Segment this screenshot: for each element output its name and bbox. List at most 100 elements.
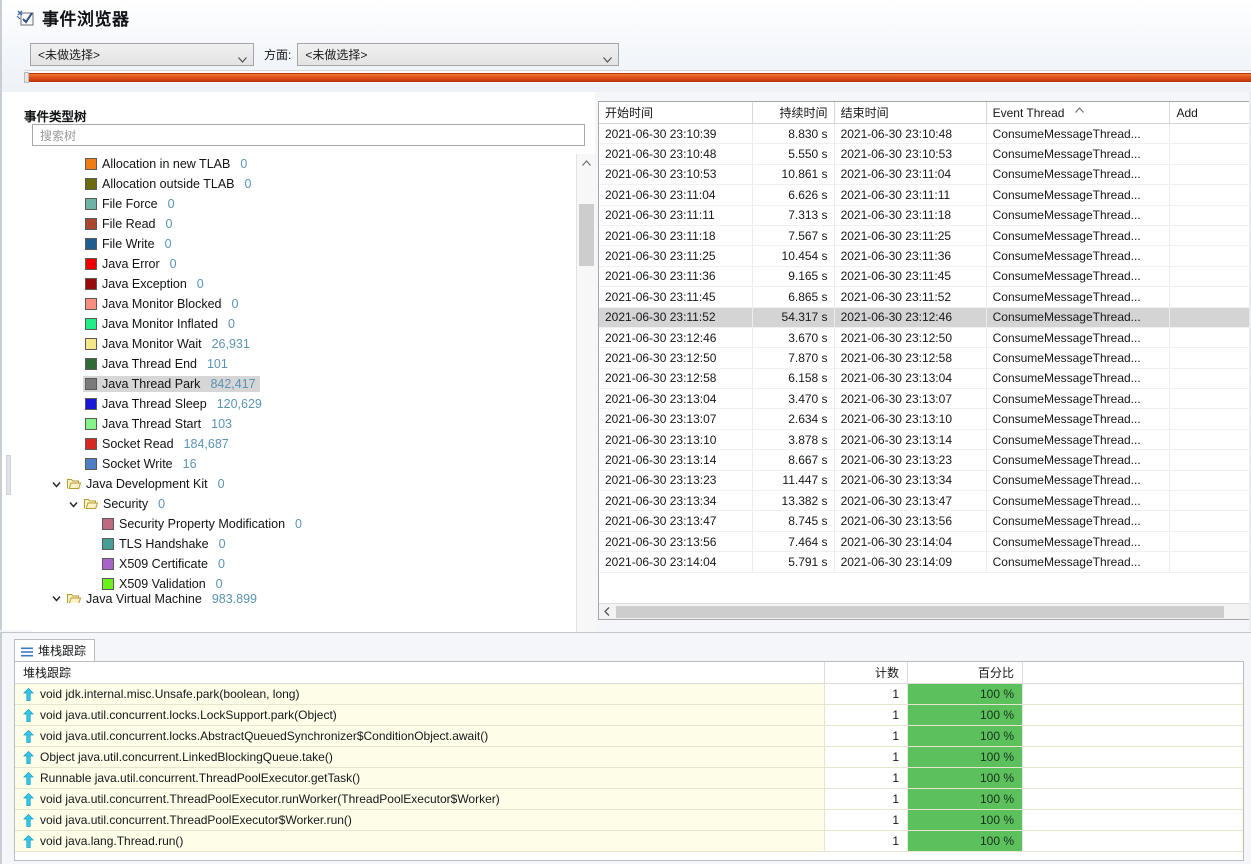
tree-item-count: 103 [211,417,232,431]
table-row[interactable]: 2021-06-30 23:10:5310.861 s2021-06-30 23… [599,165,1250,185]
table-row[interactable]: 2021-06-30 23:11:117.313 s2021-06-30 23:… [599,206,1250,226]
tree-item-java-thread-end[interactable]: Java Thread End101 [32,354,565,374]
stack-trace-row[interactable]: void jdk.internal.misc.Unsafe.park(boole… [15,684,1243,705]
primary-selector-value: <未做选择> [38,46,100,63]
event-cell-end: 2021-06-30 23:13:56 [835,511,987,530]
stack-header-spacer[interactable] [1023,662,1241,683]
stack-header-count[interactable]: 计数 [825,662,908,683]
tree-item-security[interactable]: Security0 [32,494,565,514]
chevron-down-icon[interactable] [51,479,62,490]
table-row[interactable]: 2021-06-30 23:11:2510.454 s2021-06-30 23… [599,246,1250,266]
event-cell-add [1170,226,1250,245]
stack-trace-row[interactable]: void java.util.concurrent.locks.LockSupp… [15,705,1243,726]
stack-spacer-cell [1023,747,1241,767]
table-row[interactable]: 2021-06-30 23:10:485.550 s2021-06-30 23:… [599,144,1250,164]
timeline-selected-range[interactable] [24,73,1251,82]
event-table-header-label: Event Thread [993,106,1065,120]
stack-trace-row[interactable]: Runnable java.util.concurrent.ThreadPool… [15,768,1243,789]
panel-splitter-handle[interactable] [6,455,11,495]
tree-item-file-force[interactable]: File Force0 [32,194,565,214]
aspect-selector-dropdown[interactable]: <未做选择> [297,43,619,66]
tree-item-java-error[interactable]: Java Error0 [32,254,565,274]
event-table-header-thread[interactable]: Event Thread [987,102,1171,123]
event-table-header-start[interactable]: 开始时间 [599,102,753,123]
tree-item-tls-handshake[interactable]: TLS Handshake0 [32,534,565,554]
table-row[interactable]: 2021-06-30 23:11:187.567 s2021-06-30 23:… [599,226,1250,246]
event-table-header-add[interactable]: Add [1170,102,1250,123]
stack-header-percent[interactable]: 百分比 [908,662,1023,683]
tree-item-java-exception[interactable]: Java Exception0 [32,274,565,294]
stack-trace-row[interactable]: void java.lang.Thread.run()1100 % [15,831,1243,852]
tree-search-input[interactable]: 搜索树 [32,124,585,146]
stack-trace-row[interactable]: Object java.util.concurrent.LinkedBlocki… [15,747,1243,768]
tree-item-label: Java Thread Sleep [102,397,207,411]
table-row[interactable]: 2021-06-30 23:13:478.745 s2021-06-30 23:… [599,511,1250,531]
tree-item-java-monitor-blocked[interactable]: Java Monitor Blocked0 [32,294,565,314]
event-cell-add [1170,185,1250,204]
event-table-header-duration[interactable]: 持续时间 [753,102,835,123]
tree-item-count: 16 [183,457,197,471]
tree-item-socket-read[interactable]: Socket Read184,687 [32,434,565,454]
table-row[interactable]: 2021-06-30 23:12:463.670 s2021-06-30 23:… [599,328,1250,348]
tab-stack-trace[interactable]: 堆栈跟踪 [14,639,95,661]
table-row[interactable]: 2021-06-30 23:12:586.158 s2021-06-30 23:… [599,369,1250,389]
tree-item-content: Java Virtual Machine983,899 [49,594,261,603]
tree-item-java-monitor-inflated[interactable]: Java Monitor Inflated0 [32,314,565,334]
tree-scroll-region[interactable]: Allocation in new TLAB0Allocation outsid… [32,154,585,702]
tree-item-file-read[interactable]: File Read0 [32,214,565,234]
timeline-range-bar[interactable] [24,70,1251,83]
tree-item-java-monitor-wait[interactable]: Java Monitor Wait26,931 [32,334,565,354]
event-cell-start: 2021-06-30 23:13:56 [599,532,753,551]
table-row[interactable]: 2021-06-30 23:13:148.667 s2021-06-30 23:… [599,450,1250,470]
tree-item-x509-validation[interactable]: X509 Validation0 [32,574,565,594]
tree-item-count: 0 [197,277,204,291]
timeline-left-handle[interactable] [24,72,29,83]
tree-scrollbar-thumb[interactable] [579,204,594,266]
table-row[interactable]: 2021-06-30 23:13:072.634 s2021-06-30 23:… [599,409,1250,429]
tree-item-socket-write[interactable]: Socket Write16 [32,454,565,474]
chevron-up-icon[interactable] [577,154,596,172]
stack-header-frame[interactable]: 堆栈跟踪 [15,662,825,683]
tree-item-count: 0 [218,477,225,491]
stack-count-cell: 1 [825,705,908,725]
table-row[interactable]: 2021-06-30 23:13:3413.382 s2021-06-30 23… [599,491,1250,511]
table-row[interactable]: 2021-06-30 23:13:043.470 s2021-06-30 23:… [599,389,1250,409]
tree-item-java-virtual-machine[interactable]: Java Virtual Machine983,899 [32,594,565,603]
table-row[interactable]: 2021-06-30 23:13:2311.447 s2021-06-30 23… [599,471,1250,491]
tree-item-content: Java Development Kit0 [49,476,229,492]
chevron-down-icon[interactable] [51,594,62,603]
table-row[interactable]: 2021-06-30 23:14:045.791 s2021-06-30 23:… [599,552,1250,572]
tree-item-java-development-kit[interactable]: Java Development Kit0 [32,474,565,494]
tree-item-allocation-in-new-tlab[interactable]: Allocation in new TLAB0 [32,154,565,174]
stack-trace-row[interactable]: void java.util.concurrent.locks.Abstract… [15,726,1243,747]
table-row[interactable]: 2021-06-30 23:13:567.464 s2021-06-30 23:… [599,532,1250,552]
event-table-horizontal-scrollbar[interactable] [599,603,1250,619]
stack-percent-cell: 100 % [908,684,1023,704]
table-row[interactable]: 2021-06-30 23:11:046.626 s2021-06-30 23:… [599,185,1250,205]
table-row[interactable]: 2021-06-30 23:11:5254.317 s2021-06-30 23… [599,308,1250,328]
tree-item-java-thread-start[interactable]: Java Thread Start103 [32,414,565,434]
tree-item-file-write[interactable]: File Write0 [32,234,565,254]
tree-vertical-scrollbar[interactable] [576,154,595,702]
event-table-hscroll-thumb[interactable] [616,606,1224,618]
tree-item-java-thread-park[interactable]: Java Thread Park842,417 [32,374,565,394]
table-row[interactable]: 2021-06-30 23:10:398.830 s2021-06-30 23:… [599,124,1250,144]
tree-item-java-thread-sleep[interactable]: Java Thread Sleep120,629 [32,394,565,414]
stack-trace-row[interactable]: void java.util.concurrent.ThreadPoolExec… [15,810,1243,831]
tree-item-security-property-modification[interactable]: Security Property Modification0 [32,514,565,534]
table-row[interactable]: 2021-06-30 23:13:103.878 s2021-06-30 23:… [599,430,1250,450]
primary-selector-dropdown[interactable]: <未做选择> [30,43,254,66]
chevron-down-icon[interactable] [68,499,79,510]
tree-item-allocation-outside-tlab[interactable]: Allocation outside TLAB0 [32,174,565,194]
tree-item-x509-certificate[interactable]: X509 Certificate0 [32,554,565,574]
table-row[interactable]: 2021-06-30 23:11:369.165 s2021-06-30 23:… [599,267,1250,287]
table-row[interactable]: 2021-06-30 23:11:456.865 s2021-06-30 23:… [599,287,1250,307]
event-table-header-end[interactable]: 结束时间 [835,102,987,123]
event-cell-thread: ConsumeMessageThread... [987,532,1171,551]
stack-count-cell: 1 [825,726,908,746]
event-cell-start: 2021-06-30 23:10:48 [599,144,753,163]
table-row[interactable]: 2021-06-30 23:12:507.870 s2021-06-30 23:… [599,348,1250,368]
event-color-swatch [85,358,97,370]
chevron-left-icon[interactable] [599,604,615,620]
stack-trace-row[interactable]: void java.util.concurrent.ThreadPoolExec… [15,789,1243,810]
